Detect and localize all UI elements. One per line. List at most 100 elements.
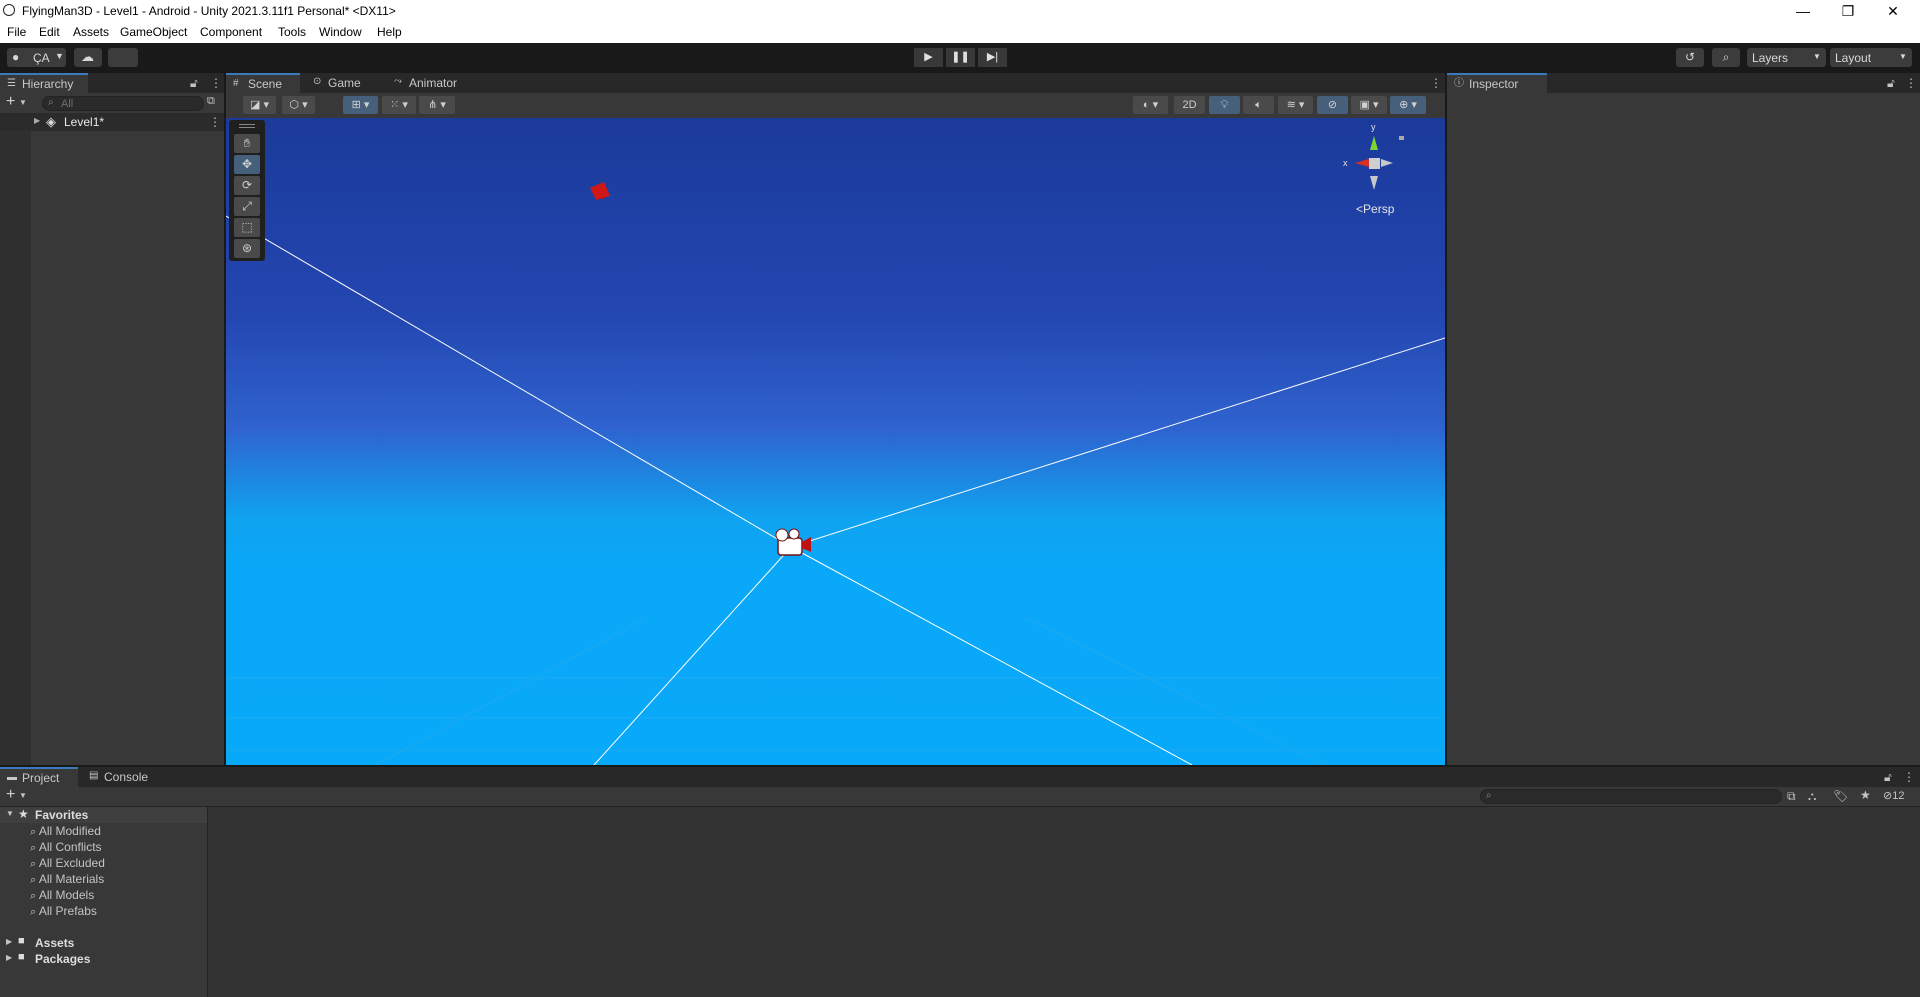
menu-tools[interactable]: Tools [278, 25, 306, 39]
filter-by-type-icon[interactable]: ⛬ [1808, 789, 1816, 804]
hierarchy-toolbar: + ▼ ⌕ All ⧉ [0, 93, 224, 112]
light-gizmo[interactable] [590, 182, 610, 200]
minimize-button[interactable]: — [1781, 0, 1825, 22]
grid-snapping-toggle[interactable]: ⊞ ▾ [343, 96, 378, 114]
chevron-down-icon: ▼ [1813, 52, 1821, 61]
add-icon[interactable]: + [6, 93, 15, 111]
undo-history-button[interactable]: ↺ [1676, 48, 1704, 67]
lock-icon[interactable]: 🔓︎ [1884, 770, 1892, 785]
folder-label: Assets [35, 936, 75, 950]
list-item[interactable]: ⌕ All Models [30, 888, 94, 903]
menu-component[interactable]: Component [200, 25, 262, 39]
lock-icon[interactable]: 🔓︎ [190, 76, 198, 91]
expand-arrow-icon[interactable]: ▶ [6, 953, 12, 962]
expand-arrow-icon[interactable]: ▶ [34, 116, 40, 125]
hand-tool[interactable]: ✋︎ [234, 134, 260, 153]
tab-hierarchy[interactable]: ☰ Hierarchy [0, 73, 88, 93]
project-search-input[interactable]: ⌕ [1480, 789, 1782, 804]
add-icon[interactable]: + [6, 786, 15, 804]
camera-reel [788, 528, 800, 540]
drag-handle-icon[interactable] [239, 124, 255, 128]
menu-edit[interactable]: Edit [39, 25, 60, 39]
cloud-button[interactable]: ☁ [74, 48, 102, 67]
pause-button[interactable]: ❚❚ [946, 48, 975, 67]
neg-y-axis-cone [1370, 176, 1378, 190]
menu-help[interactable]: Help [377, 25, 402, 39]
list-item[interactable]: ⌕ All Conflicts [30, 840, 102, 855]
hierarchy-tabbar: ☰ Hierarchy 🔓︎ ⋮ [0, 73, 224, 93]
layout-dropdown[interactable]: Layout ▼ [1830, 48, 1912, 67]
tab-inspector[interactable]: ⓘ Inspector [1447, 73, 1547, 93]
hierarchy-scene-row[interactable]: ▶ ◈ Level1* ⋮ [0, 113, 224, 131]
search-button[interactable]: ⌕ [1712, 48, 1740, 67]
tab-project[interactable]: ▬ Project [0, 767, 78, 787]
move-tool[interactable]: ✥ [234, 155, 260, 174]
tab-scene[interactable]: # Scene [226, 73, 300, 93]
camera-dropdown[interactable]: ▣ ▾ [1351, 96, 1387, 114]
close-button[interactable]: ✕ [1871, 0, 1915, 22]
tab-animator[interactable]: ⤳ Animator [387, 73, 477, 93]
scale-tool[interactable]: ⤢ [234, 197, 260, 216]
rect-tool[interactable]: ⬚ [234, 218, 260, 237]
chevron-down-icon[interactable]: ▼ [19, 791, 27, 800]
move-icon: ✥ [241, 157, 253, 171]
draw-mode-dropdown[interactable]: ◪ ▾ [243, 96, 276, 114]
favorites-header[interactable]: ▼ ★ Favorites [0, 807, 207, 823]
project-content-area[interactable] [208, 807, 1920, 997]
tab-console[interactable]: ▤ Console [82, 767, 164, 787]
tab-console-label: Console [104, 770, 149, 784]
play-button[interactable]: ▶ [914, 48, 943, 67]
transform-tool[interactable]: ⊛ [234, 239, 260, 258]
more-options-icon[interactable]: ⋮ [210, 76, 222, 90]
filter-by-label-icon[interactable]: 🏷︎ [1833, 789, 1848, 803]
step-button[interactable]: ▶| [978, 48, 1007, 67]
main-camera-gizmo[interactable] [775, 528, 811, 556]
account-dropdown[interactable]: ● ÇA ▼ [7, 48, 66, 67]
more-options-icon[interactable]: ⋮ [1903, 770, 1915, 784]
project-toolbar: + ▼ ⌕ ⧉ ⛬ 🏷︎ ★ ⊘12 [0, 786, 1920, 807]
menu-file[interactable]: File [7, 25, 26, 39]
audio-toggle[interactable]: 🔈︎ [1243, 96, 1274, 114]
render-mode-dropdown[interactable]: ⬡ ▾ [282, 96, 315, 114]
lock-icon[interactable]: 🔓︎ [1887, 76, 1895, 91]
orientation-gizmo[interactable]: y x <Persp [1341, 122, 1421, 222]
scene-viewport[interactable]: ✋︎ ✥ ⟳ ⤢ ⬚ ⊛ y x <Persp [226, 118, 1445, 765]
list-item[interactable]: ⌕ All Prefabs [30, 904, 97, 919]
draw-gizmo-dropdown[interactable]: ◐ ▾ [1133, 96, 1168, 114]
light-shape [590, 182, 610, 200]
more-options-icon[interactable]: ⋮ [1905, 76, 1917, 90]
favorite-star-icon[interactable]: ★ [1860, 788, 1871, 802]
toggle-2d-button[interactable]: 2D [1174, 96, 1205, 114]
hierarchy-search-input[interactable]: ⌕ All [42, 96, 204, 111]
more-options-icon[interactable]: ⋮ [209, 115, 221, 129]
scene-visibility-toggle[interactable]: ⊘ [1317, 96, 1348, 114]
scene-visibility-icon[interactable]: ⧉ [207, 95, 215, 108]
collab-button[interactable] [108, 48, 138, 67]
folder-assets[interactable]: ▶ ■ Assets [0, 935, 207, 951]
grid-visibility-dropdown[interactable]: ⁙ ▾ [382, 96, 416, 114]
menu-assets[interactable]: Assets [73, 25, 109, 39]
expand-arrow-icon[interactable]: ▶ [6, 937, 12, 946]
menu-window[interactable]: Window [319, 25, 362, 39]
list-item[interactable]: ⌕ All Excluded [30, 856, 105, 871]
restore-button[interactable]: ❐ [1826, 0, 1870, 22]
play-icon: ▶ [924, 51, 933, 63]
list-item[interactable]: ⌕ All Modified [30, 824, 101, 839]
hidden-packages-toggle[interactable]: ⊘12 [1883, 789, 1904, 802]
search-scope-icon[interactable]: ⧉ [1787, 789, 1796, 804]
rotate-tool[interactable]: ⟳ [234, 176, 260, 195]
folder-packages[interactable]: ▶ ■ Packages [0, 951, 207, 967]
effects-dropdown[interactable]: ≋ ▾ [1278, 96, 1313, 114]
chevron-down-icon[interactable]: ▼ [19, 98, 27, 107]
animator-icon: ⤳ [394, 76, 402, 87]
gizmos-dropdown[interactable]: ⊕ ▾ [1390, 96, 1426, 114]
list-item[interactable]: ⌕ All Materials [30, 872, 104, 887]
more-options-icon[interactable]: ⋮ [1430, 76, 1442, 90]
lighting-toggle[interactable]: 💡︎ [1209, 96, 1240, 114]
increment-snap-dropdown[interactable]: ⋔ ▾ [419, 96, 455, 114]
tab-game[interactable]: ⊙ Game [306, 73, 376, 93]
menu-gameobject[interactable]: GameObject [120, 25, 187, 39]
expand-arrow-icon[interactable]: ▼ [6, 809, 14, 818]
projection-label[interactable]: <Persp [1356, 202, 1394, 216]
layers-dropdown[interactable]: Layers ▼ [1747, 48, 1826, 67]
